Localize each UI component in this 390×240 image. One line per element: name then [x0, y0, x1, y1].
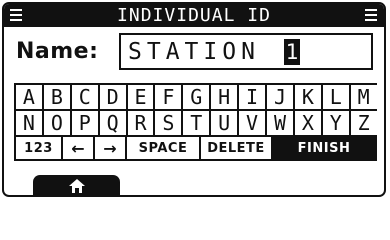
key-c[interactable]: C	[71, 85, 98, 109]
cursor-right-key[interactable]: →	[95, 137, 125, 159]
key-r[interactable]: R	[127, 111, 154, 135]
key-h[interactable]: H	[211, 85, 238, 109]
key-l[interactable]: L	[322, 85, 349, 109]
space-key[interactable]: SPACE	[127, 137, 199, 159]
key-n[interactable]: N	[16, 111, 42, 135]
key-k[interactable]: K	[294, 85, 321, 109]
key-o[interactable]: O	[43, 111, 70, 135]
key-y[interactable]: Y	[322, 111, 349, 135]
character-keyboard: A B C D E F G H I J K L M N O P Q R S T …	[14, 83, 377, 161]
key-b[interactable]: B	[43, 85, 70, 109]
key-s[interactable]: S	[155, 111, 182, 135]
key-m[interactable]: M	[350, 85, 377, 109]
key-p[interactable]: P	[71, 111, 98, 135]
home-button[interactable]	[33, 175, 120, 195]
key-t[interactable]: T	[183, 111, 210, 135]
name-value: STATION	[128, 39, 260, 65]
key-a[interactable]: A	[16, 85, 42, 109]
key-z[interactable]: Z	[350, 111, 377, 135]
key-i[interactable]: I	[239, 85, 266, 109]
keyboard-row-2: N O P Q R S T U V W X Y Z	[16, 111, 377, 135]
key-u[interactable]: U	[211, 111, 238, 135]
keyboard-row-1: A B C D E F G H I J K L M	[16, 85, 377, 109]
key-q[interactable]: Q	[99, 111, 126, 135]
home-icon	[69, 179, 85, 193]
menu-icon	[365, 8, 377, 22]
cursor-left-key[interactable]: ←	[63, 137, 93, 159]
numeric-mode-key[interactable]: 123	[16, 137, 61, 159]
key-x[interactable]: X	[294, 111, 321, 135]
key-d[interactable]: D	[99, 85, 126, 109]
title-bar: INDIVIDUAL ID	[4, 4, 384, 27]
key-e[interactable]: E	[127, 85, 154, 109]
key-g[interactable]: G	[183, 85, 210, 109]
text-cursor: 1	[284, 39, 300, 65]
key-f[interactable]: F	[155, 85, 182, 109]
name-input[interactable]: STATION 1	[119, 33, 373, 70]
keyboard-row-3: 123 ← → SPACE DELETE FINISH	[16, 137, 375, 159]
finish-key[interactable]: FINISH	[273, 137, 375, 159]
delete-key[interactable]: DELETE	[201, 137, 271, 159]
page-title: INDIVIDUAL ID	[117, 5, 271, 26]
name-label: Name:	[16, 39, 99, 64]
key-v[interactable]: V	[239, 111, 266, 135]
key-j[interactable]: J	[267, 85, 293, 109]
key-w[interactable]: W	[267, 111, 293, 135]
screen-frame: INDIVIDUAL ID Name: STATION 1 A B C D E …	[2, 2, 386, 197]
